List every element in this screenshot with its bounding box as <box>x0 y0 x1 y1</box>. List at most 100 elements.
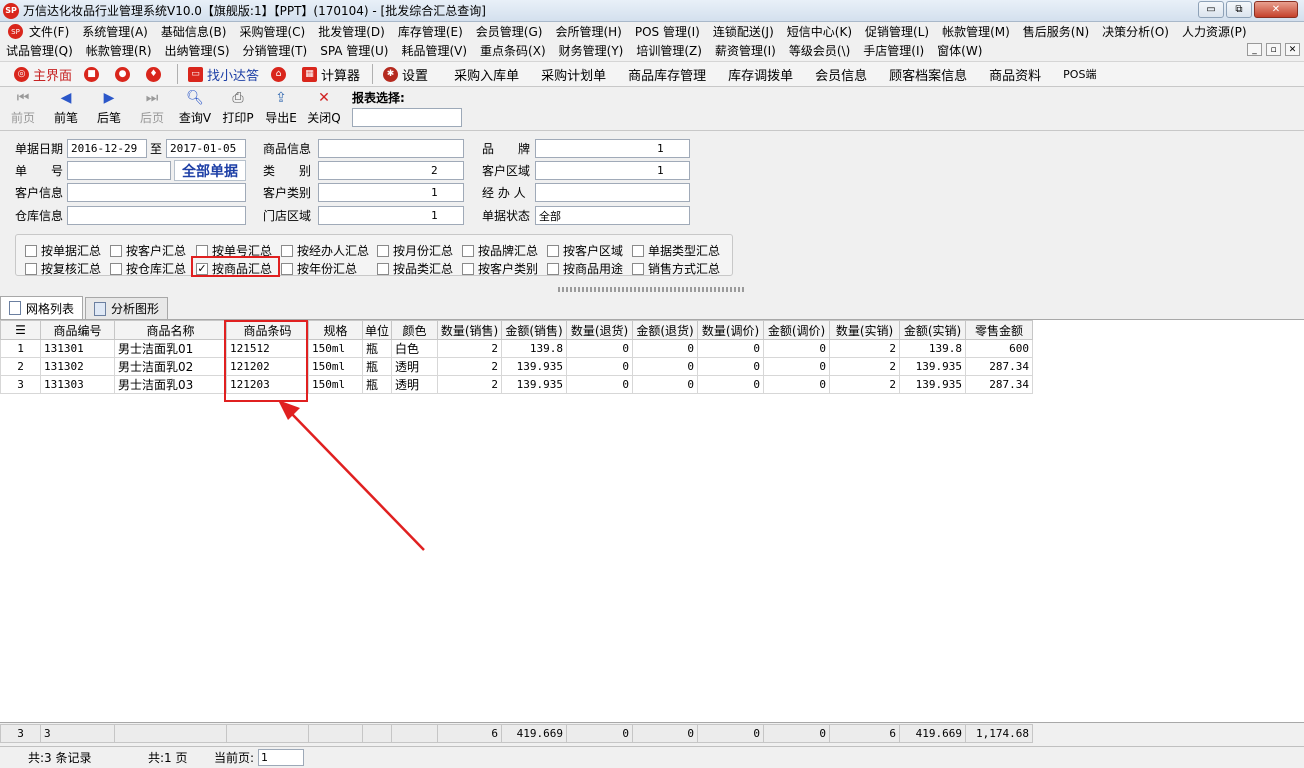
menu-item[interactable]: 采购管理(C) <box>239 23 305 40</box>
checkbox-by-brand[interactable]: 按品牌汇总 <box>462 242 538 259</box>
column-header[interactable]: 金额(退货) <box>632 320 698 340</box>
checkbox-by-document[interactable]: 按单据汇总 <box>25 242 101 259</box>
menu-item[interactable]: 决策分析(O) <box>1102 23 1169 40</box>
customer-field[interactable] <box>67 183 246 202</box>
link-customer-records[interactable]: 顾客档案信息 <box>889 65 967 84</box>
mdi-minimize-button[interactable]: _ <box>1247 43 1262 56</box>
checkbox-by-year[interactable]: 按年份汇总 <box>281 260 357 277</box>
menu-item[interactable]: 手店管理(I) <box>863 42 924 59</box>
menu-item[interactable]: 连锁配送(J) <box>713 23 774 40</box>
bulb-button[interactable]: ♦ <box>146 66 165 82</box>
tab-grid-list[interactable]: 网格列表 <box>0 296 84 319</box>
settings-button[interactable]: ✱ 设置 <box>383 65 428 84</box>
menu-item[interactable]: 分销管理(T) <box>243 42 308 59</box>
table-row[interactable]: 3 131303 男士洁面乳03 121203 150ml 瓶 透明 2 139… <box>0 375 1033 394</box>
minimize-button[interactable]: ▭ <box>1198 1 1224 18</box>
link-member-info[interactable]: 会员信息 <box>815 65 867 84</box>
doc-status-field[interactable]: 全部 <box>535 206 690 225</box>
menu-item[interactable]: 试品管理(Q) <box>6 42 73 59</box>
store-area-field[interactable]: 1 <box>318 206 464 225</box>
checkbox-by-product-class[interactable]: 按品类汇总 <box>377 260 453 277</box>
splitter-handle[interactable] <box>558 287 746 292</box>
column-header[interactable]: 商品编号 <box>40 320 115 340</box>
link-purchase-plan[interactable]: 采购计划单 <box>541 65 606 84</box>
column-header[interactable]: 金额(实销) <box>899 320 966 340</box>
column-header[interactable]: 数量(调价) <box>697 320 764 340</box>
column-header[interactable]: 数量(实销) <box>829 320 900 340</box>
link-stock-manage[interactable]: 商品库存管理 <box>628 65 706 84</box>
menu-item[interactable]: 售后服务(N) <box>1023 23 1089 40</box>
date-to-field[interactable]: 2017-01-05 <box>166 139 246 158</box>
menu-item[interactable]: 会员管理(G) <box>476 23 543 40</box>
chat-button[interactable]: ● <box>115 66 134 82</box>
prev-page-button[interactable]: ⏮ 前页 <box>4 88 42 126</box>
row-indicator-header[interactable]: ☰ <box>0 320 41 340</box>
menu-item[interactable]: 窗体(W) <box>937 42 982 59</box>
checkbox-by-review[interactable]: 按复核汇总 <box>25 260 101 277</box>
menu-item[interactable]: 帐款管理(R) <box>86 42 152 59</box>
menu-item[interactable]: 耗品管理(V) <box>401 42 467 59</box>
link-stock-transfer[interactable]: 库存调拨单 <box>728 65 793 84</box>
menu-item[interactable]: 短信中心(K) <box>787 23 852 40</box>
menu-item[interactable]: 等级会员(\) <box>789 42 850 59</box>
customer-area-field[interactable]: 1 <box>535 161 690 180</box>
menu-item[interactable]: 基础信息(B) <box>161 23 227 40</box>
brand-field[interactable]: 1 <box>535 139 690 158</box>
checkbox-by-goods-use[interactable]: 按商品用途 <box>547 260 623 277</box>
doc-number-field[interactable] <box>67 161 171 180</box>
date-from-field[interactable]: 2016-12-29 <box>67 139 147 158</box>
menu-item[interactable]: 文件(F) <box>29 23 69 40</box>
menu-item[interactable]: 促销管理(L) <box>865 23 929 40</box>
menu-item[interactable]: 薪资管理(I) <box>715 42 776 59</box>
lock-button[interactable]: ■ <box>84 66 103 82</box>
mdi-close-button[interactable]: ✕ <box>1285 43 1300 56</box>
current-page-input[interactable]: 1 <box>258 749 305 766</box>
next-record-button[interactable]: ▶ 后笔 <box>90 88 128 126</box>
table-row[interactable]: 1 131301 男士洁面乳01 121512 150ml 瓶 白色 2 139… <box>0 339 1033 358</box>
checkbox-by-doc-type[interactable]: 单据类型汇总 <box>632 242 720 259</box>
column-header[interactable]: 规格 <box>308 320 363 340</box>
link-pos[interactable]: POS端 <box>1063 66 1096 82</box>
menu-item[interactable]: 重点条码(X) <box>480 42 546 59</box>
menu-item[interactable]: POS 管理(I) <box>635 23 700 40</box>
menu-item[interactable]: 人力资源(P) <box>1182 23 1247 40</box>
menu-item[interactable]: SPA 管理(U) <box>320 42 388 59</box>
column-header[interactable]: 颜色 <box>391 320 438 340</box>
link-purchase-in[interactable]: 采购入库单 <box>454 65 519 84</box>
column-header[interactable]: 数量(退货) <box>566 320 633 340</box>
restore-button[interactable]: ⧉ <box>1226 1 1252 18</box>
warehouse-field[interactable] <box>67 206 246 225</box>
menu-item[interactable]: 培训管理(Z) <box>636 42 702 59</box>
calculator-button[interactable]: ▦ 计算器 <box>302 65 360 84</box>
column-header[interactable]: 单位 <box>362 320 392 340</box>
goods-field[interactable] <box>318 139 464 158</box>
menu-item[interactable]: 财务管理(Y) <box>559 42 624 59</box>
column-header[interactable]: 商品名称 <box>114 320 227 340</box>
checkbox-by-customer-area[interactable]: 按客户区域 <box>547 242 623 259</box>
checkbox-by-customer-type[interactable]: 按客户类别 <box>462 260 538 277</box>
column-header[interactable]: 数量(销售) <box>437 320 502 340</box>
column-header[interactable]: 零售金额 <box>965 320 1033 340</box>
print-button[interactable]: ⎙ 打印P <box>219 88 257 126</box>
checkbox-by-month[interactable]: 按月份汇总 <box>377 242 453 259</box>
close-button[interactable]: ✕ 关闭Q <box>305 88 343 126</box>
menu-item[interactable]: 批发管理(D) <box>318 23 385 40</box>
all-documents-button[interactable]: 全部单据 <box>174 160 246 181</box>
tab-analysis-chart[interactable]: 分析图形 <box>85 297 169 319</box>
menu-item[interactable]: 会所管理(H) <box>555 23 621 40</box>
query-button[interactable]: 🔍︎ 查询V <box>176 88 214 126</box>
link-goods-data[interactable]: 商品资料 <box>989 65 1041 84</box>
column-header[interactable]: 金额(调价) <box>763 320 830 340</box>
prev-record-button[interactable]: ◀ 前笔 <box>47 88 85 126</box>
menu-item[interactable]: 出纳管理(S) <box>165 42 230 59</box>
table-row[interactable]: 2 131302 男士洁面乳02 121202 150ml 瓶 透明 2 139… <box>0 357 1033 376</box>
checkbox-by-sale-method[interactable]: 销售方式汇总 <box>632 260 720 277</box>
checkbox-by-customer[interactable]: 按客户汇总 <box>110 242 186 259</box>
find-helper-button[interactable]: ▭ 找小达答 <box>188 65 259 84</box>
customer-type-field[interactable]: 1 <box>318 183 464 202</box>
report-select-input[interactable] <box>352 108 462 127</box>
next-page-button[interactable]: ⏭ 后页 <box>133 88 171 126</box>
category-field[interactable]: 2 <box>318 161 464 180</box>
export-button[interactable]: ⇪ 导出E <box>262 88 300 126</box>
menu-item[interactable]: 帐款管理(M) <box>942 23 1010 40</box>
